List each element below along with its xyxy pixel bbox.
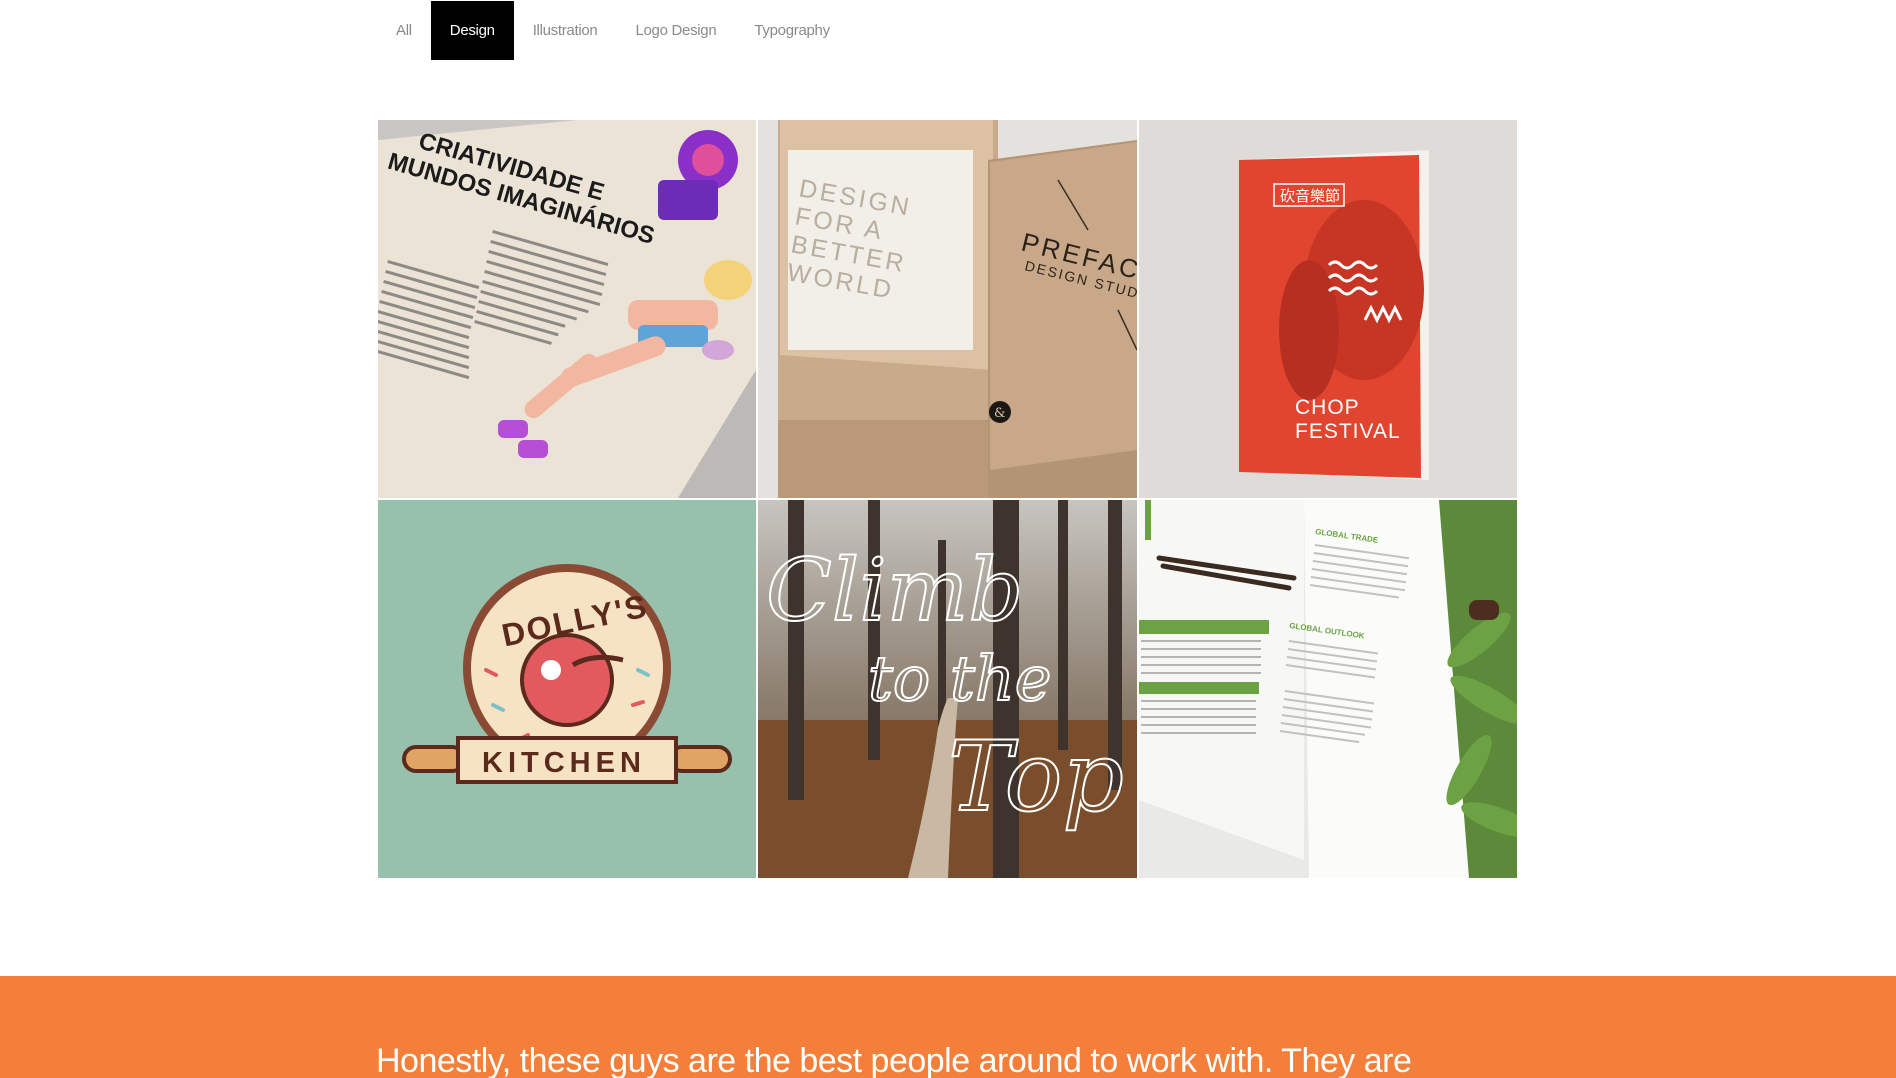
- booklet-title-1: CHOP: [1295, 396, 1360, 419]
- page: All Design Illustration Logo Design Typo…: [0, 0, 1896, 1078]
- festival-booklet-image: 砍音樂節 CHOP FESTIVAL: [1139, 120, 1517, 498]
- lettering-line-2: to the: [868, 642, 1052, 715]
- portfolio-item-business-cards[interactable]: DESIGN FOR A BETTER WORLD PREFAC DESIGN …: [758, 120, 1137, 498]
- card-monogram: &: [994, 406, 1006, 421]
- portfolio-item-forest-lettering[interactable]: Climb to the Top: [758, 500, 1137, 878]
- forest-lettering-image: Climb to the Top: [758, 500, 1137, 878]
- booklet-title-2: FESTIVAL: [1295, 420, 1401, 443]
- portfolio-item-festival-booklet[interactable]: 砍音樂節 CHOP FESTIVAL: [1139, 120, 1517, 498]
- report-spread-image: GLOBAL TRADE GLOBAL OUTLOOK: [1139, 500, 1517, 878]
- portfolio-item-magazine[interactable]: CRIATIVIDADE E MUNDOS IMAGINÁRIOS: [378, 120, 756, 498]
- portfolio-item-bakery-logo[interactable]: DOLLY'S KITCHEN: [378, 500, 756, 878]
- lettering-line-3: Top: [948, 721, 1124, 833]
- filter-illustration[interactable]: Illustration: [514, 1, 617, 60]
- testimonial-section: Honestly, these guys are the best people…: [0, 976, 1896, 1078]
- business-cards-image: DESIGN FOR A BETTER WORLD PREFAC DESIGN …: [758, 120, 1137, 498]
- testimonial-quote: Honestly, these guys are the best people…: [376, 1042, 1412, 1078]
- portfolio-filter-bar: All Design Illustration Logo Design Typo…: [377, 1, 849, 60]
- bakery-name-bottom: KITCHEN: [482, 747, 646, 779]
- filter-typography[interactable]: Typography: [735, 1, 848, 60]
- portfolio-grid: CRIATIVIDADE E MUNDOS IMAGINÁRIOS DESIGN…: [378, 120, 1517, 879]
- portfolio-item-report-spread[interactable]: GLOBAL TRADE GLOBAL OUTLOOK: [1139, 500, 1517, 878]
- filter-all[interactable]: All: [377, 1, 431, 60]
- lettering-line-1: Climb: [766, 541, 1023, 641]
- filter-logo-design[interactable]: Logo Design: [616, 1, 735, 60]
- magazine-spread-image: CRIATIVIDADE E MUNDOS IMAGINÁRIOS: [378, 120, 756, 498]
- filter-design[interactable]: Design: [430, 1, 514, 60]
- booklet-badge: 砍音樂節: [1280, 187, 1340, 205]
- bakery-logo-image: DOLLY'S KITCHEN: [378, 500, 756, 878]
